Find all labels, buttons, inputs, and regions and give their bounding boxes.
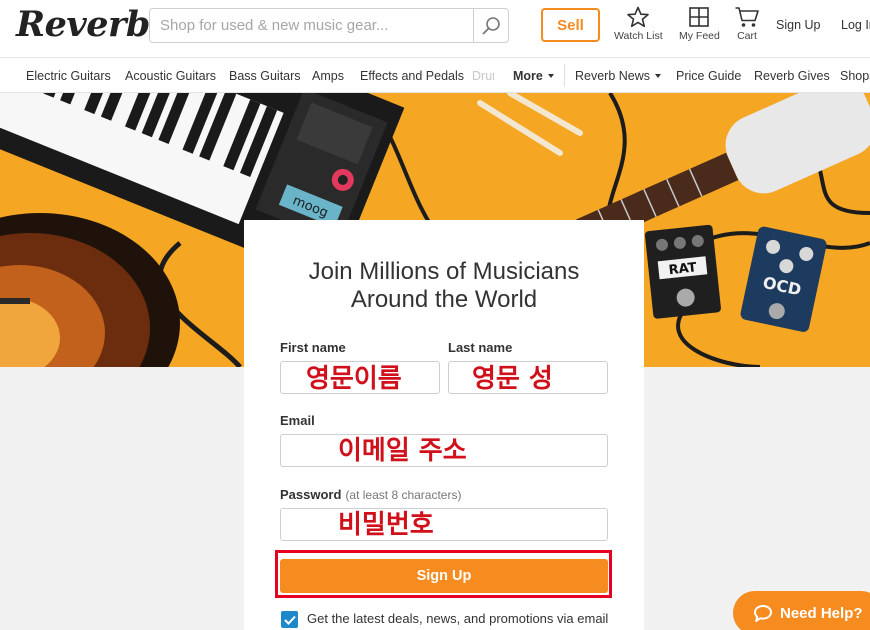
ocd-pedal: OCD — [740, 226, 827, 332]
nav-item-acoustic-guitars[interactable]: Acoustic Guitars — [125, 69, 216, 83]
grid-icon — [689, 7, 710, 27]
watch-list-label: Watch List — [614, 30, 663, 42]
nav-item-bass-guitars[interactable]: Bass Guitars — [229, 69, 301, 83]
nav-item-reverb-gives[interactable]: Reverb Gives — [754, 69, 830, 83]
password-label-row: Password (at least 8 characters) — [280, 487, 461, 502]
nav-item-electric-guitars[interactable]: Electric Guitars — [26, 69, 111, 83]
sell-button[interactable]: Sell — [541, 8, 600, 42]
nav-item-amps[interactable]: Amps — [312, 69, 344, 83]
cart-icon — [735, 7, 759, 27]
nav-item-price-guide[interactable]: Price Guide — [676, 69, 741, 83]
my-feed-link[interactable]: My Feed — [679, 6, 720, 42]
caret-down-icon — [655, 74, 662, 78]
chat-bubble-icon — [754, 604, 772, 622]
nav-divider — [564, 64, 565, 87]
sign-up-link[interactable]: Sign Up — [776, 18, 820, 32]
sign-up-button[interactable]: Sign Up — [280, 559, 608, 593]
password-label: Password — [280, 487, 342, 502]
signup-title-line-2: Around the World — [350, 286, 538, 313]
nav-reverb-news-dropdown[interactable]: Reverb News — [575, 69, 662, 83]
nav-item-drums[interactable]: Drums — [472, 69, 494, 83]
nav-item-effects-and-pedals[interactable]: Effects and Pedals — [360, 69, 464, 83]
log-in-link[interactable]: Log In — [841, 18, 870, 32]
cart-label: Cart — [737, 30, 757, 42]
nav-item-shops[interactable]: Shops — [840, 69, 870, 83]
search-icon — [482, 16, 500, 34]
site-header: Reverb Sell Watch List My Feed Car — [0, 0, 870, 58]
nav-more-dropdown[interactable]: More — [513, 69, 554, 83]
caret-down-icon — [547, 74, 554, 78]
deals-checkbox[interactable] — [281, 611, 298, 628]
my-feed-label: My Feed — [679, 30, 720, 42]
star-icon — [627, 6, 650, 28]
first-name-label: First name — [280, 340, 346, 355]
drumsticks — [477, 93, 583, 156]
need-help-button[interactable]: Need Help? — [733, 591, 870, 630]
cart-link[interactable]: Cart — [734, 6, 760, 42]
password-field[interactable] — [280, 508, 608, 541]
search-input[interactable] — [150, 9, 474, 42]
email-label: Email — [280, 413, 315, 428]
reverb-logo[interactable]: Reverb — [16, 4, 150, 45]
acoustic-guitar — [0, 213, 180, 367]
need-help-label: Need Help? — [780, 604, 863, 622]
first-name-field[interactable] — [280, 361, 440, 394]
password-hint: (at least 8 characters) — [345, 488, 462, 502]
signup-card: Join Millions of Musicians Around the Wo… — [244, 220, 644, 630]
last-name-field[interactable] — [448, 361, 608, 394]
last-name-label: Last name — [448, 340, 513, 355]
nav-reverb-news-label: Reverb News — [575, 69, 651, 83]
nav-more-label: More — [513, 69, 543, 83]
category-nav: Electric Guitars Acoustic Guitars Bass G… — [0, 58, 870, 93]
watch-list-link[interactable]: Watch List — [614, 6, 663, 42]
rat-pedal-text: RAT — [668, 260, 697, 278]
signup-title: Join Millions of Musicians Around the Wo… — [244, 258, 644, 314]
email-field[interactable] — [280, 434, 608, 467]
checkmark-icon — [283, 615, 296, 625]
search-button[interactable] — [473, 9, 508, 42]
search-bar — [149, 8, 509, 43]
signup-title-line-1: Join Millions of Musicians — [308, 258, 580, 285]
deals-checkbox-label[interactable]: Get the latest deals, news, and promotio… — [307, 611, 608, 626]
rat-pedal: RAT — [644, 224, 721, 319]
